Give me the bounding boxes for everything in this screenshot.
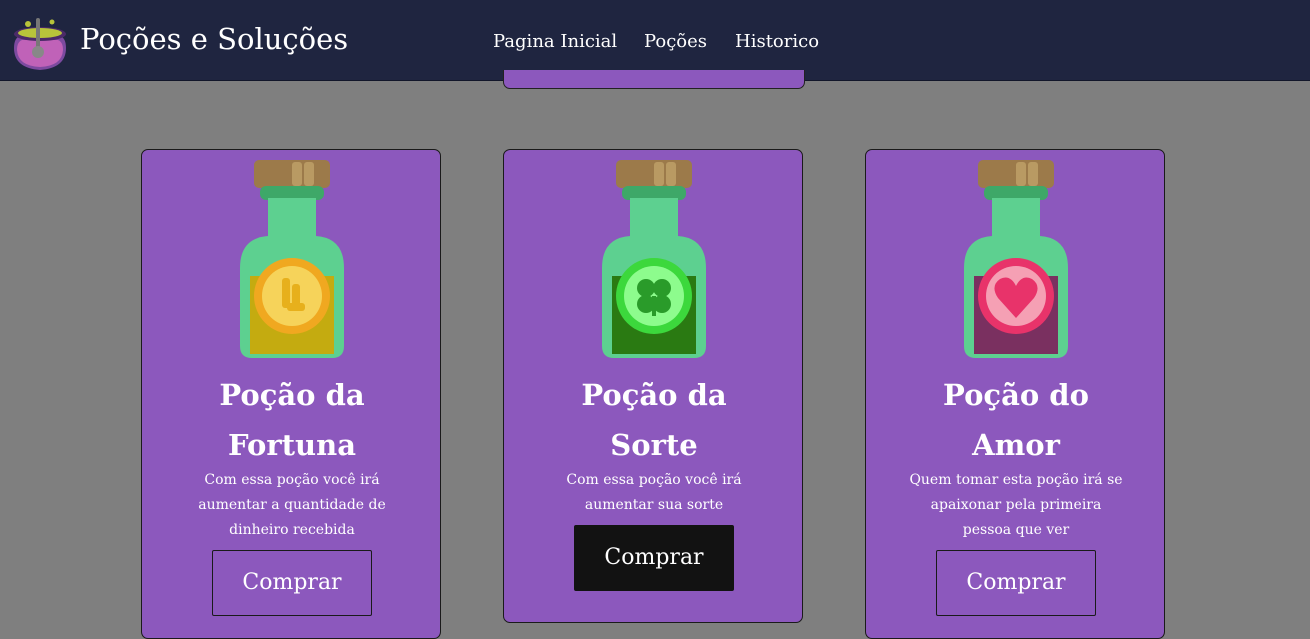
product-title: Poção da Fortuna — [219, 378, 365, 462]
nav-link-history[interactable]: Historico — [735, 31, 819, 52]
top-navbar: Poções e Soluções Pagina Inicial Poções … — [0, 0, 1310, 81]
nav-link-home[interactable]: Pagina Inicial — [493, 31, 617, 52]
product-description: Com essa poção você irá aumentar a quant… — [198, 472, 386, 538]
product-title: Poção do Amor — [943, 378, 1089, 462]
coin-potion-icon — [240, 160, 344, 358]
product-description: Quem tomar esta poção irá se apaixonar p… — [909, 472, 1123, 538]
product-description: Com essa poção você irá aumentar sua sor… — [566, 472, 742, 513]
buy-button[interactable]: Comprar — [936, 550, 1096, 616]
buy-button[interactable]: Comprar — [212, 550, 372, 616]
cauldron-logo-icon[interactable] — [8, 10, 72, 74]
product-card-luck: Poção da Sorte Com essa poção você irá a… — [503, 149, 803, 623]
clover-potion-icon — [602, 160, 706, 358]
buy-button[interactable]: Comprar — [574, 525, 734, 591]
brand-title[interactable]: Poções e Soluções — [80, 25, 348, 54]
partial-card-behind-header — [503, 70, 805, 89]
product-card-fortune: Poção da Fortuna Com essa poção você irá… — [141, 149, 441, 639]
nav-link-potions[interactable]: Poções — [644, 31, 707, 52]
product-title: Poção da Sorte — [581, 378, 727, 462]
heart-potion-icon — [964, 160, 1068, 358]
product-card-love: Poção do Amor Quem tomar esta poção irá … — [865, 149, 1165, 639]
